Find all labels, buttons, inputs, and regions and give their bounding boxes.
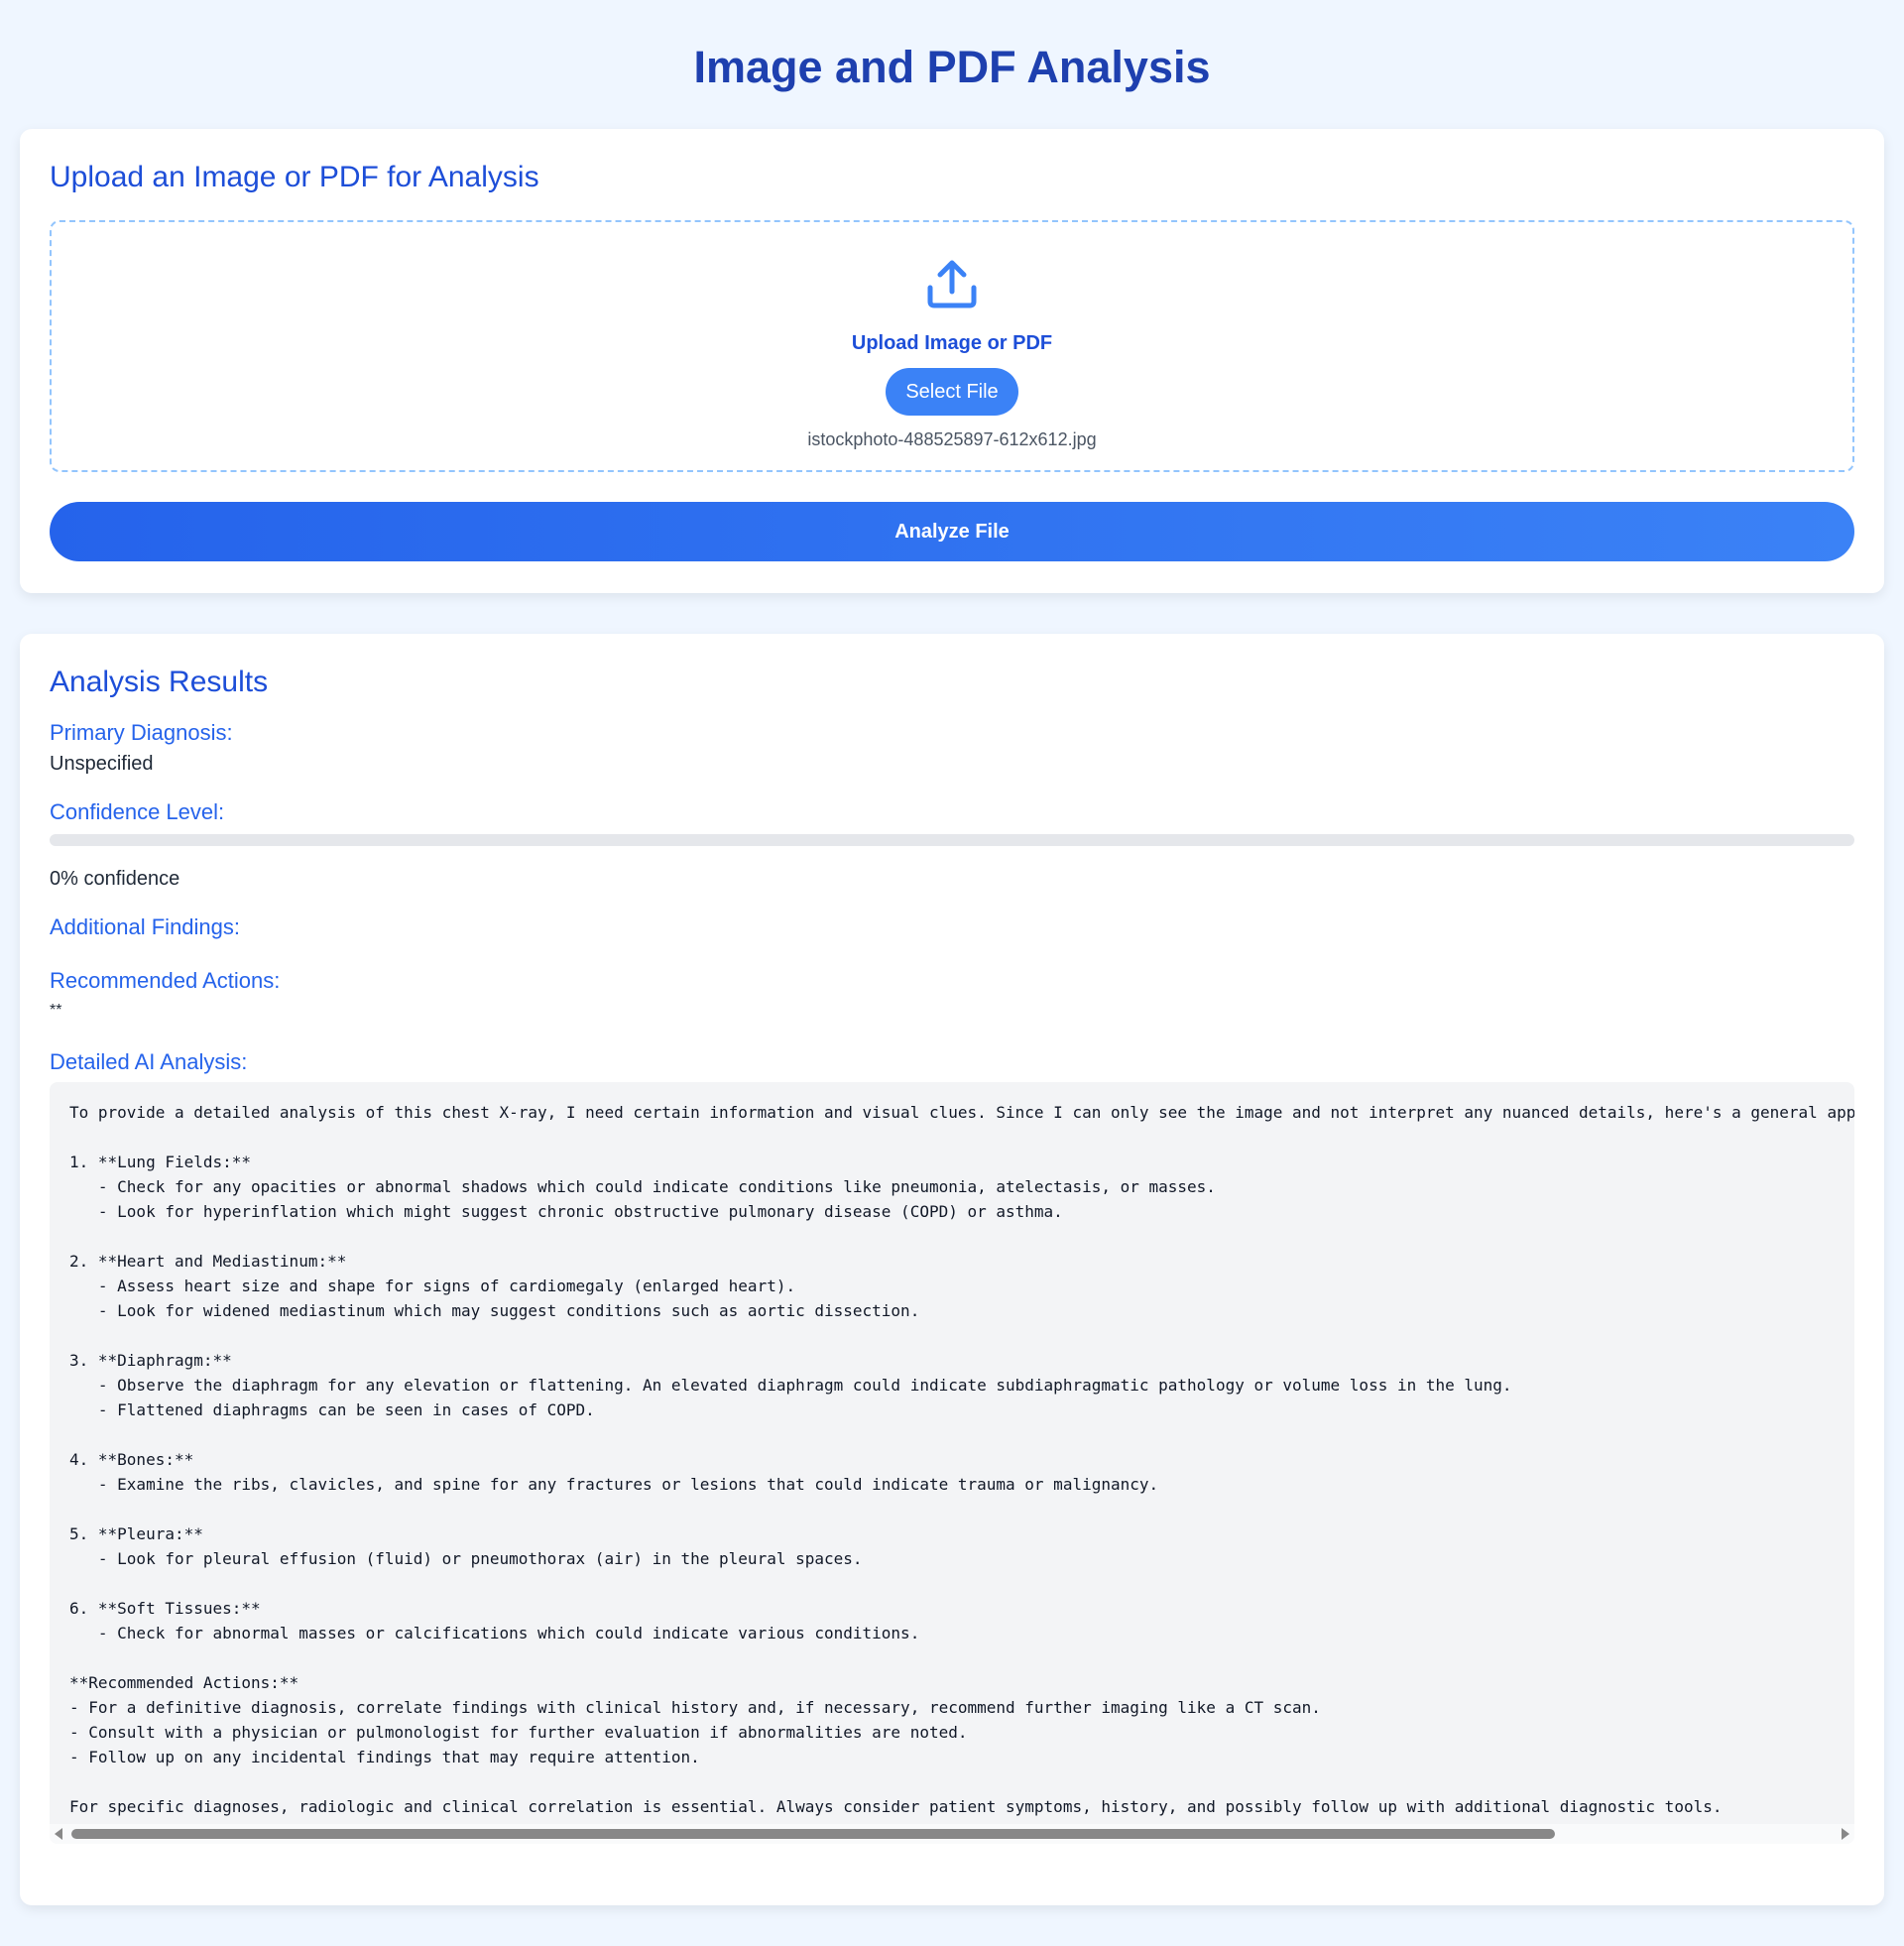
file-dropzone[interactable]: Upload Image or PDF Select File istockph… xyxy=(50,220,1854,472)
detailed-analysis-section: Detailed AI Analysis: To provide a detai… xyxy=(50,1048,1854,1844)
additional-findings-label: Additional Findings: xyxy=(50,914,241,939)
upload-heading: Upload an Image or PDF for Analysis xyxy=(50,161,539,193)
scrollbar-thumb[interactable] xyxy=(71,1829,1555,1839)
recommended-actions-value: ** xyxy=(50,1002,62,1019)
primary-diagnosis-label: Primary Diagnosis: xyxy=(50,720,233,745)
results-card: Analysis Results Primary Diagnosis: Unsp… xyxy=(20,634,1884,1905)
detailed-analysis-text: To provide a detailed analysis of this c… xyxy=(69,1103,1854,1816)
analyze-file-button[interactable]: Analyze File xyxy=(50,502,1854,561)
results-heading: Analysis Results xyxy=(50,666,269,698)
recommended-actions-label: Recommended Actions: xyxy=(50,968,281,993)
selected-file-name: istockphoto-488525897-612x612.jpg xyxy=(807,429,1097,449)
detailed-analysis-label: Detailed AI Analysis: xyxy=(50,1049,248,1074)
detailed-analysis-box[interactable]: To provide a detailed analysis of this c… xyxy=(50,1082,1854,1844)
confidence-text: 0% confidence xyxy=(50,868,180,890)
primary-diagnosis-value: Unspecified xyxy=(50,753,154,775)
upload-card: Upload an Image or PDF for Analysis Uplo… xyxy=(20,129,1884,593)
page-title: Image and PDF Analysis xyxy=(693,42,1211,92)
primary-diagnosis-section: Primary Diagnosis: Unspecified xyxy=(50,719,1854,777)
confidence-label: Confidence Level: xyxy=(50,799,225,824)
select-file-button[interactable]: Select File xyxy=(886,368,1018,416)
recommended-actions-section: Recommended Actions: ** xyxy=(50,967,1854,1023)
scroll-right-arrow-icon[interactable] xyxy=(1842,1828,1849,1840)
confidence-section: Confidence Level: 0% confidence xyxy=(50,798,1854,892)
horizontal-scrollbar[interactable] xyxy=(50,1824,1854,1844)
dropzone-label: Upload Image or PDF xyxy=(851,332,1053,354)
upload-icon xyxy=(924,222,980,316)
scroll-left-arrow-icon[interactable] xyxy=(55,1828,62,1840)
confidence-progress-bar xyxy=(50,834,1854,846)
additional-findings-section: Additional Findings: xyxy=(50,913,1854,941)
